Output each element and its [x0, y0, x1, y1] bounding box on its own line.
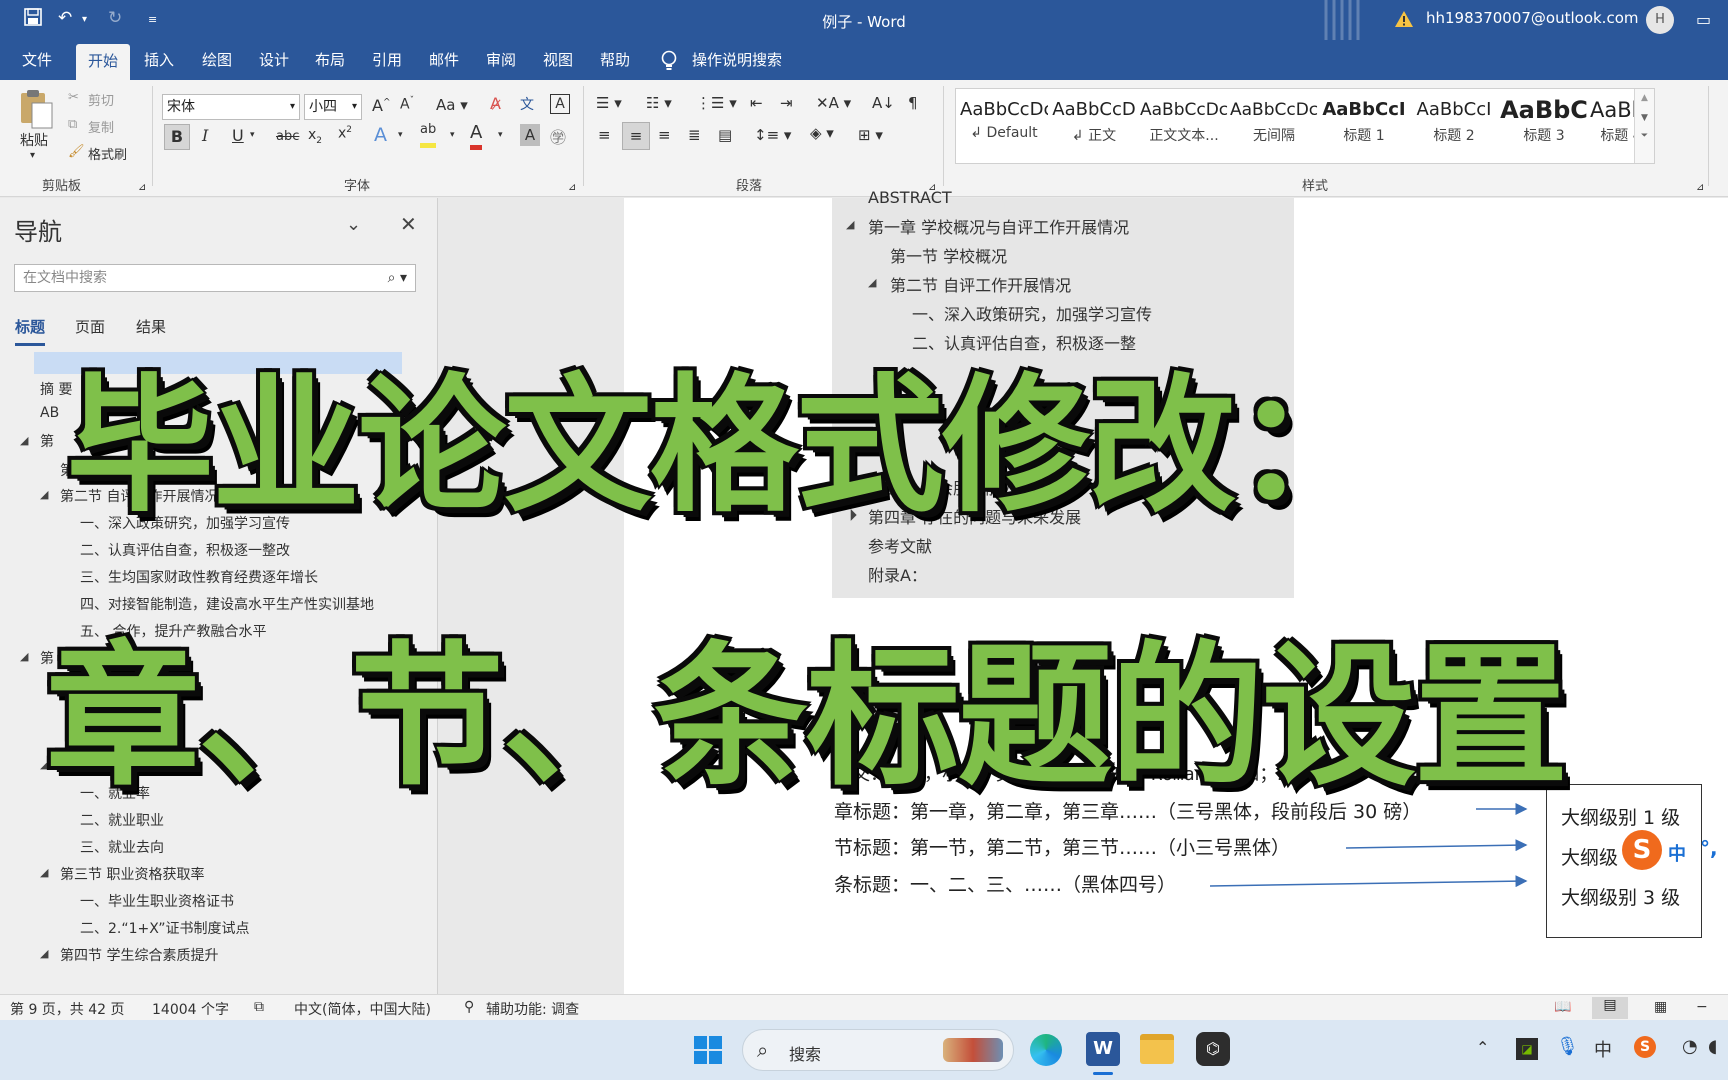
ime-mode-label[interactable]: 中: [1668, 840, 1686, 866]
search-icon: ⌕: [757, 1038, 769, 1062]
ime-punct-icon[interactable]: °,: [1700, 836, 1718, 860]
volume-icon[interactable]: ◖: [1708, 1036, 1717, 1057]
web-layout-icon[interactable]: ▦: [1654, 999, 1667, 1015]
taskbar-search[interactable]: ⌕ 搜索: [742, 1029, 1014, 1071]
search-highlight-image: [943, 1038, 1003, 1062]
arrow-section: [1345, 839, 1528, 852]
page-count[interactable]: 第 9 页，共 42 页: [10, 999, 125, 1019]
windows-start-icon[interactable]: [694, 1036, 722, 1068]
edge-icon[interactable]: [1030, 1034, 1062, 1066]
read-mode-icon[interactable]: 📖: [1554, 999, 1571, 1015]
zoom-out-icon[interactable]: −: [1696, 999, 1708, 1015]
word-active-indicator: [1093, 1072, 1113, 1075]
language-status[interactable]: 中文(简体，中国大陆): [294, 999, 431, 1019]
accessibility-status[interactable]: 辅助功能: 调查: [486, 999, 579, 1019]
overlay-title-line1: 毕业论文格式修改：: [64, 358, 1384, 534]
app-taskbar-icon[interactable]: ⌬: [1196, 1032, 1230, 1066]
taskbar: ⌕ 搜索 W ⌬ ⌃ ◪ 🎙 中 S ◔ ◖: [0, 1020, 1728, 1080]
chevron-up-icon[interactable]: ⌃: [1476, 1038, 1489, 1057]
word-count[interactable]: 14004 个字: [152, 999, 229, 1019]
arrow-lines: [1209, 803, 1528, 888]
file-explorer-icon[interactable]: [1140, 1034, 1174, 1064]
sogou-ime-icon[interactable]: S: [1622, 830, 1662, 870]
overlay-title-line2: 章、节、条标题的设置: [44, 626, 1570, 809]
status-bar: 第 9 页，共 42 页 14004 个字 ⧉ 中文(简体，中国大陆) ⚲ 辅助…: [0, 994, 1728, 1020]
nvidia-icon[interactable]: ◪: [1516, 1038, 1538, 1060]
print-layout-button[interactable]: ▤: [1592, 997, 1628, 1019]
outline-level-1: 大纲级别 1 级: [1561, 807, 1681, 829]
input-method-icon[interactable]: 中: [1594, 1036, 1612, 1062]
outline-level-3: 大纲级别 3 级: [1561, 887, 1681, 909]
proofing-icon[interactable]: ⧉: [254, 999, 264, 1015]
microphone-icon[interactable]: 🎙: [1556, 1036, 1579, 1057]
word-taskbar-icon[interactable]: W: [1086, 1032, 1120, 1066]
word-window: ↶ ▾ ↻ ≡ 例子 - Word hh198370007@outlook.co…: [0, 0, 1728, 1080]
taskbar-search-label: 搜索: [789, 1045, 822, 1064]
arrow-article: [1209, 875, 1528, 888]
wifi-icon[interactable]: ◔: [1682, 1036, 1698, 1057]
print-layout-icon: ▤: [1603, 997, 1617, 1013]
outline-level-2: 大纲级: [1561, 847, 1619, 869]
accessibility-icon[interactable]: ⚲: [464, 999, 474, 1015]
sogou-tray-icon[interactable]: S: [1634, 1036, 1656, 1058]
